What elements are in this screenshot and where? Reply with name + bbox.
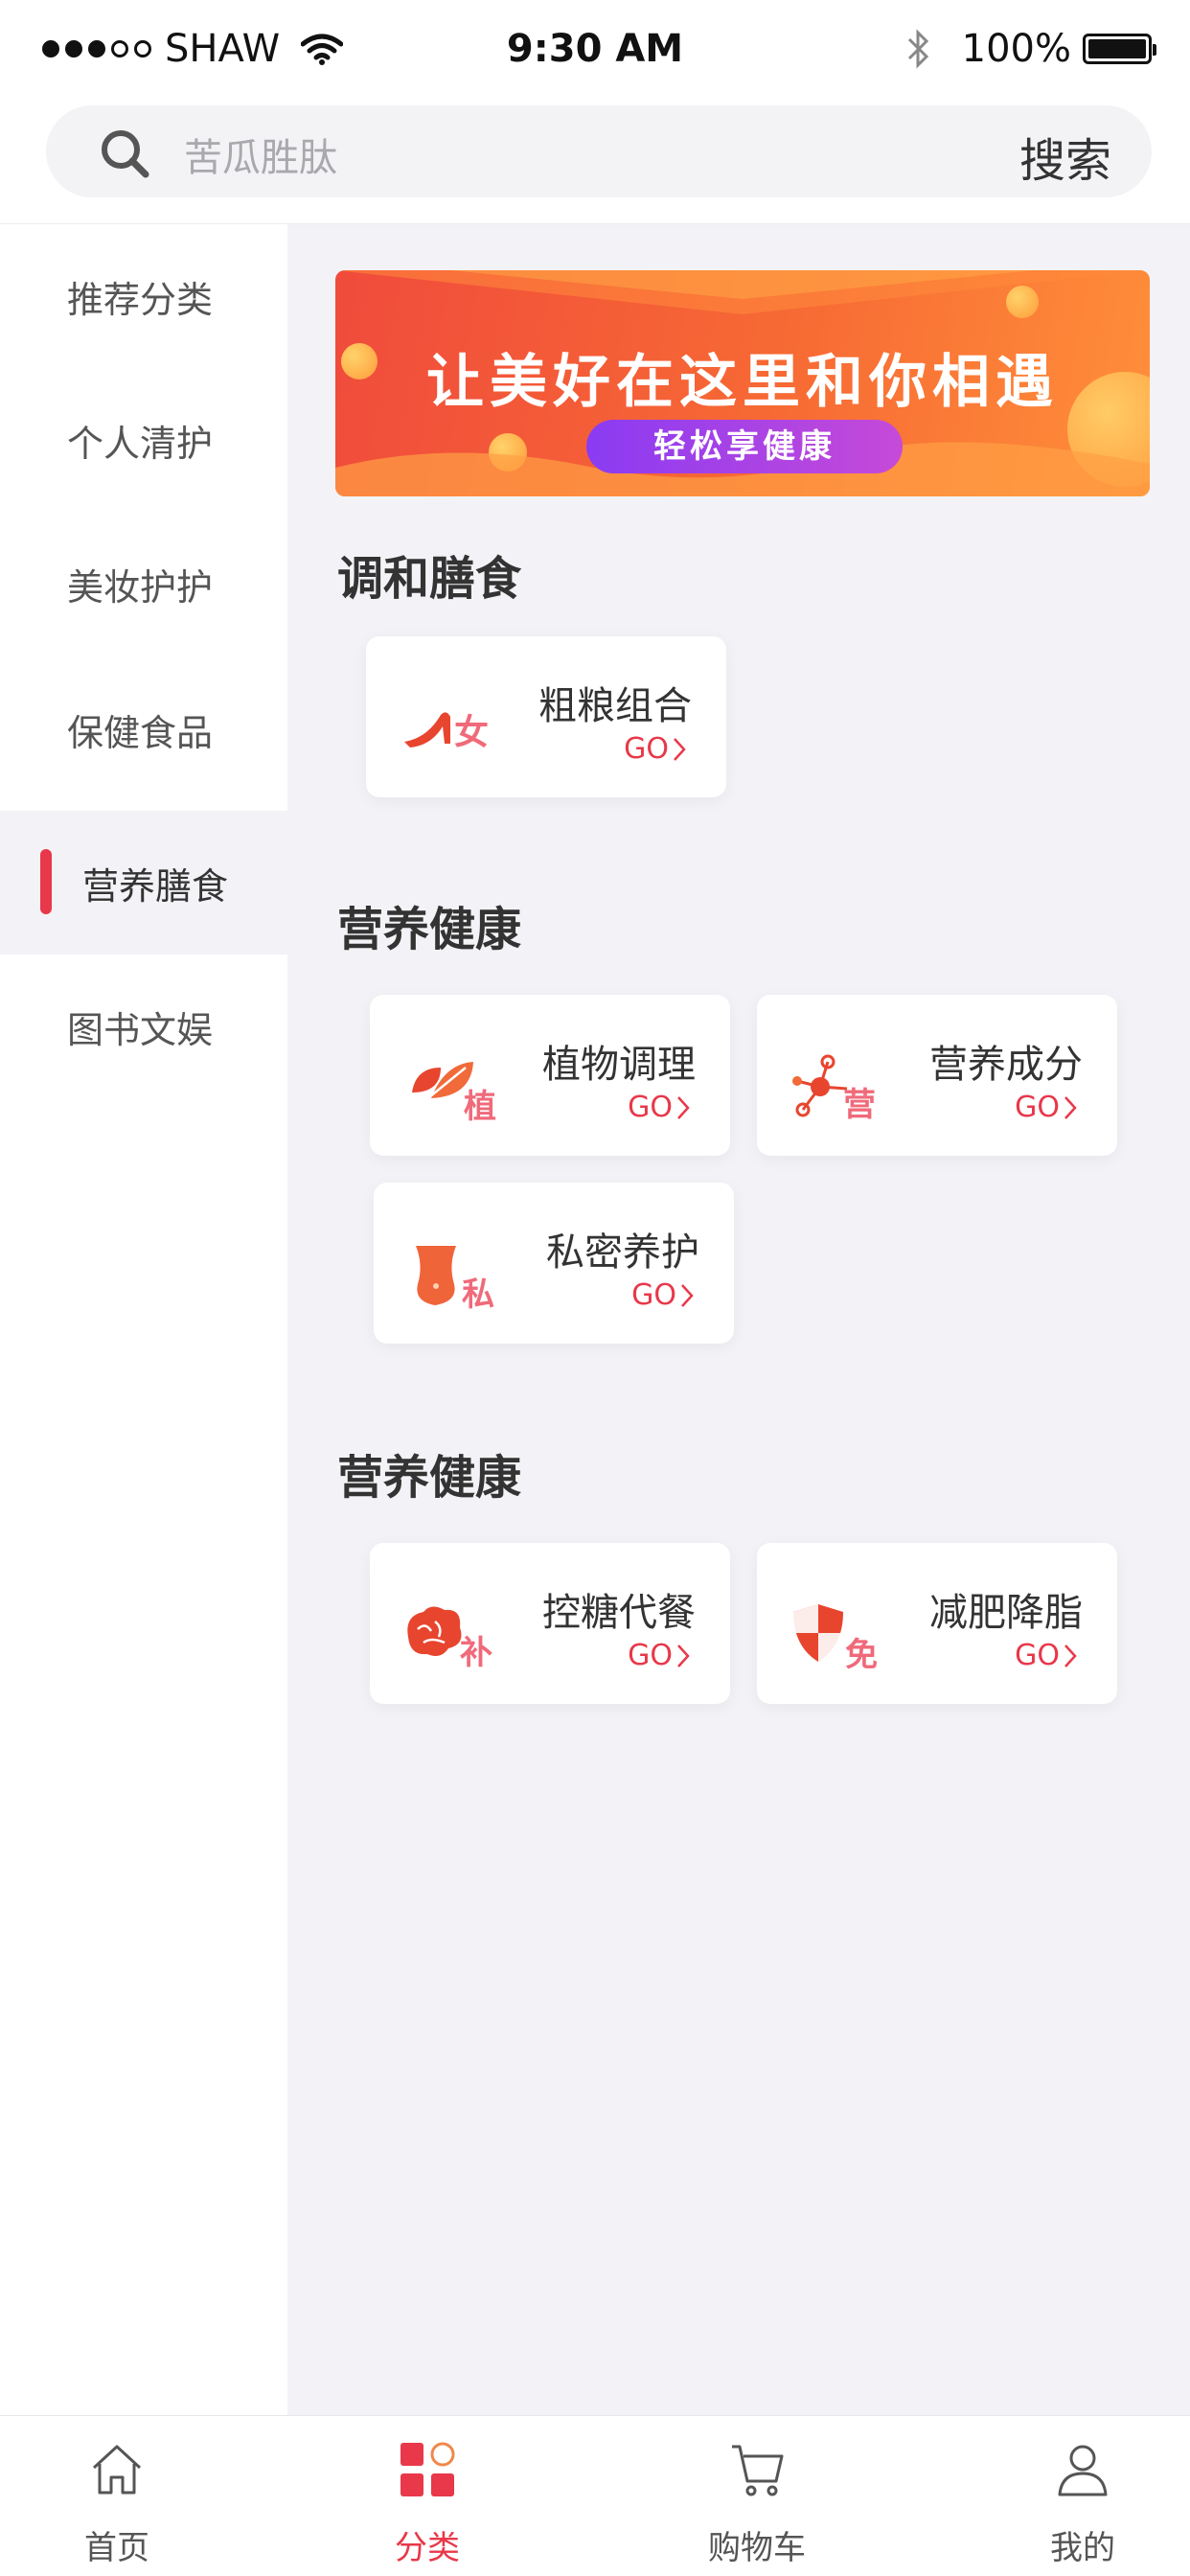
- promo-banner[interactable]: 让美好在这里和你相遇 轻松享健康: [335, 270, 1150, 496]
- shield-icon: 免: [793, 1604, 878, 1669]
- tab-label: 首页: [84, 2529, 149, 2567]
- card-go-link[interactable]: GO: [1015, 1091, 1077, 1124]
- high-heel-icon: 女: [404, 712, 489, 752]
- category-card[interactable]: 营 营养成分 GO: [757, 995, 1117, 1156]
- tab-label: 我的: [1050, 2529, 1115, 2567]
- svg-text:私: 私: [462, 1276, 494, 1309]
- tab-label: 购物车: [708, 2529, 806, 2567]
- svg-text:免: 免: [845, 1636, 878, 1669]
- svg-text:植: 植: [464, 1088, 496, 1121]
- sidebar-item-nutrition[interactable]: 营养膳食: [0, 811, 287, 954]
- chevron-right-icon: [674, 737, 686, 761]
- go-text: GO: [1015, 1639, 1060, 1672]
- chevron-right-icon: [1064, 1095, 1077, 1119]
- status-bar: SHAW 9:30 AM 100%: [0, 0, 1190, 105]
- card-go-link[interactable]: GO: [628, 1639, 690, 1672]
- card-label: 减肥降脂: [929, 1591, 1083, 1635]
- search-bar: 苦瓜胜肽 搜索: [0, 105, 1190, 224]
- molecule-icon: 营: [792, 1054, 876, 1121]
- card-label: 植物调理: [542, 1043, 696, 1087]
- search-button[interactable]: 搜索: [1019, 123, 1111, 190]
- cart-icon: [732, 2445, 784, 2496]
- go-text: GO: [628, 1639, 673, 1672]
- banner-bubble: [1006, 286, 1039, 318]
- sidebar-item-books[interactable]: 图书文娱: [0, 954, 287, 1098]
- tab-home[interactable]: 首页: [21, 2416, 213, 2576]
- tab-cart[interactable]: 购物车: [661, 2416, 853, 2576]
- chevron-right-icon: [681, 1283, 694, 1307]
- status-right: 100%: [906, 27, 1156, 71]
- svg-text:补: 补: [460, 1634, 492, 1669]
- go-text: GO: [1015, 1091, 1060, 1124]
- body-icon: 私: [416, 1246, 494, 1309]
- sidebar-item-beauty[interactable]: 美妆护护: [0, 512, 287, 656]
- go-text: GO: [628, 1091, 673, 1124]
- tab-label: 分类: [395, 2529, 460, 2567]
- category-content: 让美好在这里和你相遇 轻松享健康 调和膳食 女 粗粮组合 GO 营养健康 植 植…: [287, 224, 1190, 2415]
- go-text: GO: [624, 732, 669, 766]
- bottom-tab-bar: 首页 分类 购物车 我的: [0, 2415, 1190, 2576]
- chevron-right-icon: [1064, 1644, 1077, 1668]
- sidebar-item-recommended[interactable]: 推荐分类: [0, 224, 287, 368]
- tab-category[interactable]: 分类: [332, 2416, 523, 2576]
- brain-icon: 补: [407, 1606, 492, 1669]
- category-card[interactable]: 补 控糖代餐 GO: [370, 1543, 730, 1704]
- tab-profile[interactable]: 我的: [987, 2416, 1179, 2576]
- banner-title: 让美好在这里和你相遇: [426, 349, 1059, 416]
- chevron-right-icon: [677, 1095, 690, 1119]
- search-input[interactable]: 苦瓜胜肽 搜索: [46, 105, 1152, 197]
- home-icon: [92, 2445, 142, 2495]
- category-card[interactable]: 植 植物调理 GO: [370, 995, 730, 1156]
- search-icon: [102, 130, 149, 178]
- category-icon: [400, 2442, 455, 2496]
- card-go-link[interactable]: GO: [1015, 1639, 1077, 1672]
- search-placeholder: 苦瓜胜肽: [184, 136, 337, 180]
- sidebar-item-health-food[interactable]: 保健食品: [0, 657, 287, 801]
- sidebar-item-personal-care[interactable]: 个人清护: [0, 368, 287, 512]
- category-card[interactable]: 女 粗粮组合 GO: [366, 636, 726, 797]
- go-text: GO: [631, 1278, 676, 1312]
- category-card[interactable]: 私 私密养护 GO: [374, 1183, 734, 1344]
- battery-percent: 100%: [961, 27, 1071, 71]
- bluetooth-icon: [907, 29, 928, 69]
- section-title: 营养健康: [337, 903, 522, 956]
- card-go-link[interactable]: GO: [631, 1278, 694, 1312]
- section-title: 调和膳食: [337, 552, 522, 606]
- card-label: 营养成分: [929, 1043, 1083, 1087]
- card-go-link[interactable]: GO: [628, 1091, 690, 1124]
- card-label: 私密养护: [546, 1230, 699, 1275]
- leaf-icon: 植: [412, 1062, 496, 1121]
- category-sidebar: 推荐分类 个人清护 美妆护护 保健食品 营养膳食 图书文娱: [0, 224, 287, 2415]
- category-card[interactable]: 免 减肥降脂 GO: [757, 1543, 1117, 1704]
- battery-icon: [1083, 34, 1156, 64]
- card-label: 粗粮组合: [538, 684, 692, 728]
- chevron-right-icon: [677, 1644, 690, 1668]
- svg-text:女: 女: [454, 713, 489, 752]
- section-title: 营养健康: [337, 1451, 522, 1505]
- profile-icon: [1058, 2445, 1108, 2496]
- svg-text:营: 营: [843, 1086, 876, 1121]
- card-label: 控糖代餐: [542, 1591, 696, 1635]
- banner-subtitle-pill: 轻松享健康: [586, 420, 903, 473]
- card-go-link[interactable]: GO: [624, 732, 686, 766]
